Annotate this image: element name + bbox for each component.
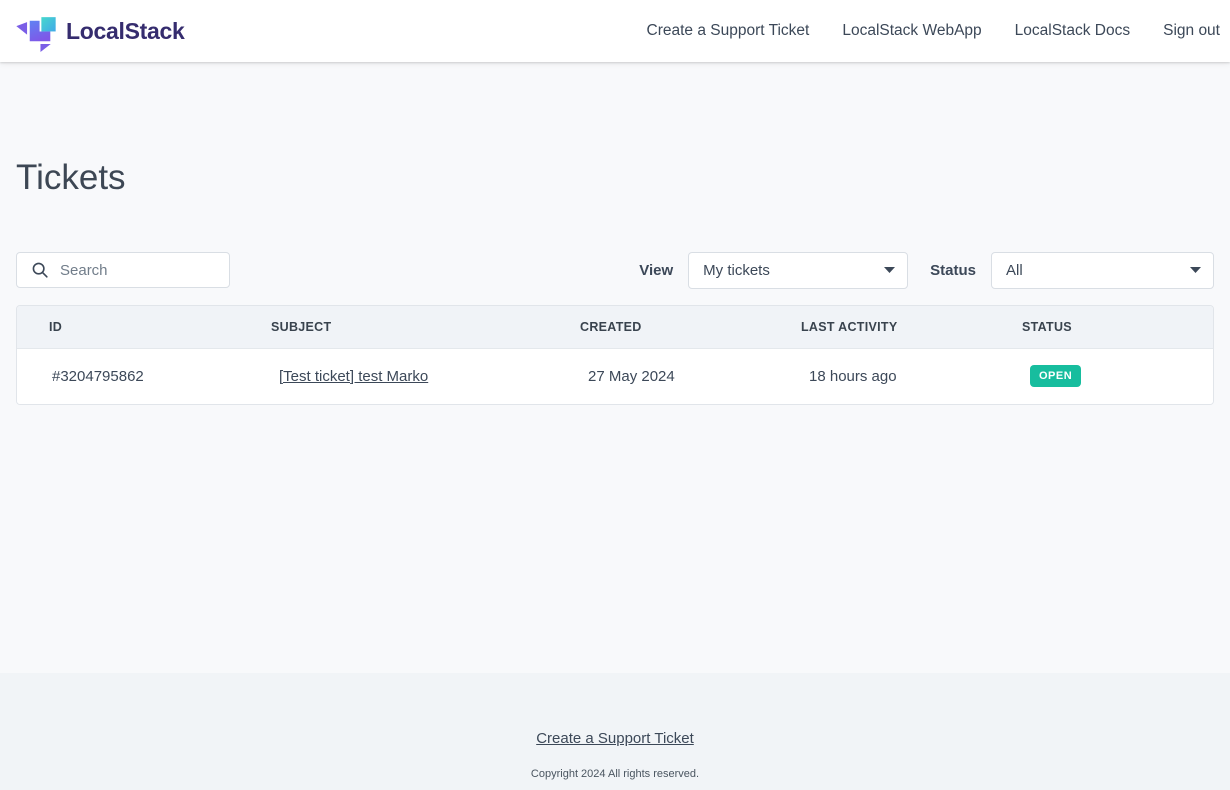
view-select-value: My tickets: [703, 262, 770, 279]
nav-localstack-webapp[interactable]: LocalStack WebApp: [842, 22, 981, 40]
column-header-subject: SUBJECT: [271, 320, 580, 334]
status-badge: OPEN: [1030, 365, 1081, 387]
dropdown-arrow-icon: [1190, 267, 1201, 273]
column-header-status: STATUS: [1022, 320, 1213, 334]
nav-create-support-ticket[interactable]: Create a Support Ticket: [647, 22, 810, 40]
filters: View My tickets Status All: [639, 252, 1214, 289]
table-header-row: ID SUBJECT CREATED LAST ACTIVITY STATUS: [17, 306, 1213, 349]
table-row: #3204795862 [Test ticket] test Marko 27 …: [17, 349, 1213, 404]
column-header-created: CREATED: [580, 320, 801, 334]
ticket-subject-link[interactable]: [Test ticket] test Marko: [279, 368, 428, 385]
brand-name: LocalStack: [66, 18, 184, 45]
view-filter-label: View: [639, 262, 673, 279]
search-input[interactable]: [60, 262, 210, 279]
status-filter-label: Status: [930, 262, 976, 279]
app-header: LocalStack Create a Support Ticket Local…: [0, 0, 1230, 62]
localstack-logo-icon: [16, 10, 56, 52]
column-header-id: ID: [17, 320, 271, 334]
ticket-created: 27 May 2024: [580, 368, 801, 385]
footer-create-ticket-link[interactable]: Create a Support Ticket: [536, 730, 694, 747]
main-content: Tickets View My tickets Status All: [0, 62, 1230, 673]
controls-row: View My tickets Status All: [16, 252, 1214, 289]
status-select[interactable]: All: [991, 252, 1214, 289]
ticket-id: #3204795862: [17, 368, 271, 385]
brand-logo[interactable]: LocalStack: [16, 10, 184, 52]
nav-localstack-docs[interactable]: LocalStack Docs: [1015, 22, 1130, 40]
search-box[interactable]: [16, 252, 230, 288]
status-select-value: All: [1006, 262, 1023, 279]
copyright: Copyright 2024 All rights reserved.: [531, 768, 699, 780]
tickets-table: ID SUBJECT CREATED LAST ACTIVITY STATUS …: [16, 305, 1214, 405]
column-header-last-activity: LAST ACTIVITY: [801, 320, 1022, 334]
app-footer: Create a Support Ticket Copyright 2024 A…: [0, 673, 1230, 790]
dropdown-arrow-icon: [884, 267, 895, 273]
search-icon: [31, 261, 49, 279]
page-title: Tickets: [16, 159, 1214, 198]
top-nav: Create a Support Ticket LocalStack WebAp…: [647, 22, 1220, 40]
ticket-last-activity: 18 hours ago: [801, 368, 1022, 385]
nav-sign-out[interactable]: Sign out: [1163, 22, 1220, 40]
view-select[interactable]: My tickets: [688, 252, 908, 289]
